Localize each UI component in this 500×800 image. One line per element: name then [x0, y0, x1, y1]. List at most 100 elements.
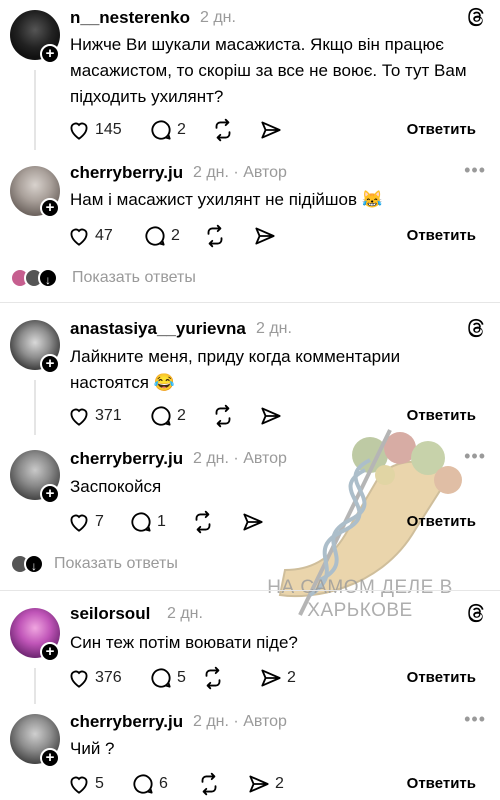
reply-button[interactable]: Ответить	[407, 121, 476, 138]
send-icon	[249, 775, 269, 793]
threads-logo-icon[interactable]	[466, 317, 488, 339]
timestamp-author: 2 дн. · Автор	[193, 713, 287, 730]
share-button[interactable]	[258, 116, 284, 144]
arrow-down-icon: ↓	[24, 554, 44, 574]
comment-icon	[145, 226, 165, 246]
action-bar: 47 2 Ответить	[66, 222, 490, 250]
comment-text: Нам і масажист ухилянт не підійшов 😹	[70, 190, 383, 209]
heart-icon	[70, 228, 88, 246]
reply-button[interactable]: Ответить	[407, 775, 476, 792]
repost-icon	[215, 118, 231, 142]
repost-button[interactable]	[200, 664, 226, 692]
reply-count-button[interactable]: 1	[128, 508, 166, 536]
repost-icon	[215, 404, 231, 428]
show-replies-button[interactable]: ↓ Показать ответы	[10, 266, 196, 290]
repost-button[interactable]	[196, 770, 222, 798]
follow-plus-icon[interactable]: +	[40, 642, 60, 662]
repost-icon	[201, 772, 217, 796]
more-horizontal-icon[interactable]: •••	[464, 446, 486, 467]
repost-icon	[207, 224, 223, 248]
comment-thread-3: + seilorsoul 2 дн. Син теж потім воювати…	[0, 598, 500, 706]
like-count: 376	[95, 669, 122, 686]
timestamp-author: 2 дн. · Автор	[193, 164, 287, 181]
timestamp: 2 дн.	[200, 9, 236, 26]
follow-plus-icon[interactable]: +	[40, 198, 60, 218]
threads-logo-icon[interactable]	[466, 602, 488, 624]
follow-plus-icon[interactable]: +	[40, 484, 60, 504]
share-button[interactable]: 2	[258, 664, 296, 692]
repost-button[interactable]	[210, 116, 236, 144]
username[interactable]: cherryberry.ju	[70, 163, 183, 183]
comment-reply-2: + cherryberry.ju 2 дн. · Автор ••• Заспо…	[0, 440, 500, 545]
more-horizontal-icon[interactable]: •••	[464, 160, 486, 181]
like-button[interactable]: 145	[66, 116, 122, 144]
show-replies-button[interactable]: ↓ Показать ответы	[10, 552, 178, 576]
comment-text: Заспокойся	[70, 477, 162, 496]
action-bar: 7 1 Ответить	[66, 508, 490, 536]
follow-plus-icon[interactable]: +	[40, 44, 60, 64]
reply-count-button[interactable]: 5	[148, 664, 186, 692]
follow-plus-icon[interactable]: +	[40, 354, 60, 374]
reply-count-button[interactable]: 2	[142, 222, 180, 250]
follow-plus-icon[interactable]: +	[40, 748, 60, 768]
like-count: 7	[95, 513, 104, 530]
threads-logo-icon[interactable]	[466, 6, 488, 28]
reply-button[interactable]: Ответить	[407, 669, 476, 686]
username[interactable]: anastasiya__yurievna	[70, 319, 246, 339]
share-button[interactable]: 2	[246, 770, 284, 798]
send-icon	[255, 227, 275, 245]
like-button[interactable]: 7	[66, 508, 104, 536]
heart-icon	[70, 776, 88, 794]
timestamp: 2 дн.	[256, 320, 292, 337]
reply-count-button[interactable]: 2	[148, 402, 186, 430]
send-icon	[243, 513, 263, 531]
comment-reply-1: + cherryberry.ju 2 дн. · Автор ••• Нам і…	[0, 160, 500, 260]
timestamp: 2 дн.	[167, 605, 203, 622]
repost-icon	[205, 666, 221, 690]
like-button[interactable]: 5	[66, 770, 104, 798]
more-horizontal-icon[interactable]: •••	[464, 709, 486, 730]
comment-icon	[133, 774, 153, 794]
like-count: 145	[95, 121, 122, 138]
show-replies-label: Показать ответы	[54, 555, 178, 572]
repost-button[interactable]	[210, 402, 236, 430]
reply-count-button[interactable]: 2	[148, 116, 186, 144]
reply-count-button[interactable]: 6	[130, 770, 168, 798]
arrow-down-icon: ↓	[38, 268, 58, 288]
comment-text: Чий ?	[70, 739, 115, 758]
comment-thread-1: + n__nesterenko 2 дн. Нижче Ви шукали ма…	[0, 0, 500, 160]
comment-icon	[151, 668, 171, 688]
comment-icon	[151, 120, 171, 140]
reply-count: 5	[177, 669, 186, 686]
username[interactable]: seilorsoul	[70, 604, 150, 624]
repost-button[interactable]	[202, 222, 228, 250]
reply-button[interactable]: Ответить	[407, 513, 476, 530]
share-count: 2	[275, 775, 284, 792]
reply-count: 2	[171, 227, 180, 244]
comment-text: Лайкните меня, приду когда комментарии н…	[70, 347, 401, 392]
heart-icon	[70, 514, 88, 532]
send-icon	[261, 669, 281, 687]
heart-icon	[70, 670, 88, 688]
username[interactable]: cherryberry.ju	[70, 449, 183, 469]
divider	[0, 590, 500, 591]
reply-button[interactable]: Ответить	[407, 227, 476, 244]
send-icon	[261, 121, 281, 139]
divider	[0, 302, 500, 303]
thread-line	[34, 380, 36, 435]
comment-text: Син теж потім воювати піде?	[70, 633, 298, 652]
like-count: 47	[95, 227, 113, 244]
like-button[interactable]: 376	[66, 664, 122, 692]
action-bar: 5 6 2 Ответить	[66, 770, 490, 798]
share-button[interactable]	[240, 508, 266, 536]
share-button[interactable]	[252, 222, 278, 250]
repost-button[interactable]	[190, 508, 216, 536]
reply-count: 2	[177, 407, 186, 424]
action-bar: 145 2 Ответить	[66, 116, 490, 144]
username[interactable]: n__nesterenko	[70, 8, 190, 28]
comment-text: Нижче Ви шукали масажиста. Якщо він прац…	[70, 35, 467, 106]
reply-count: 1	[157, 513, 166, 530]
like-button[interactable]: 47	[66, 222, 113, 250]
like-button[interactable]: 371	[66, 402, 122, 430]
username[interactable]: cherryberry.ju	[70, 712, 183, 732]
